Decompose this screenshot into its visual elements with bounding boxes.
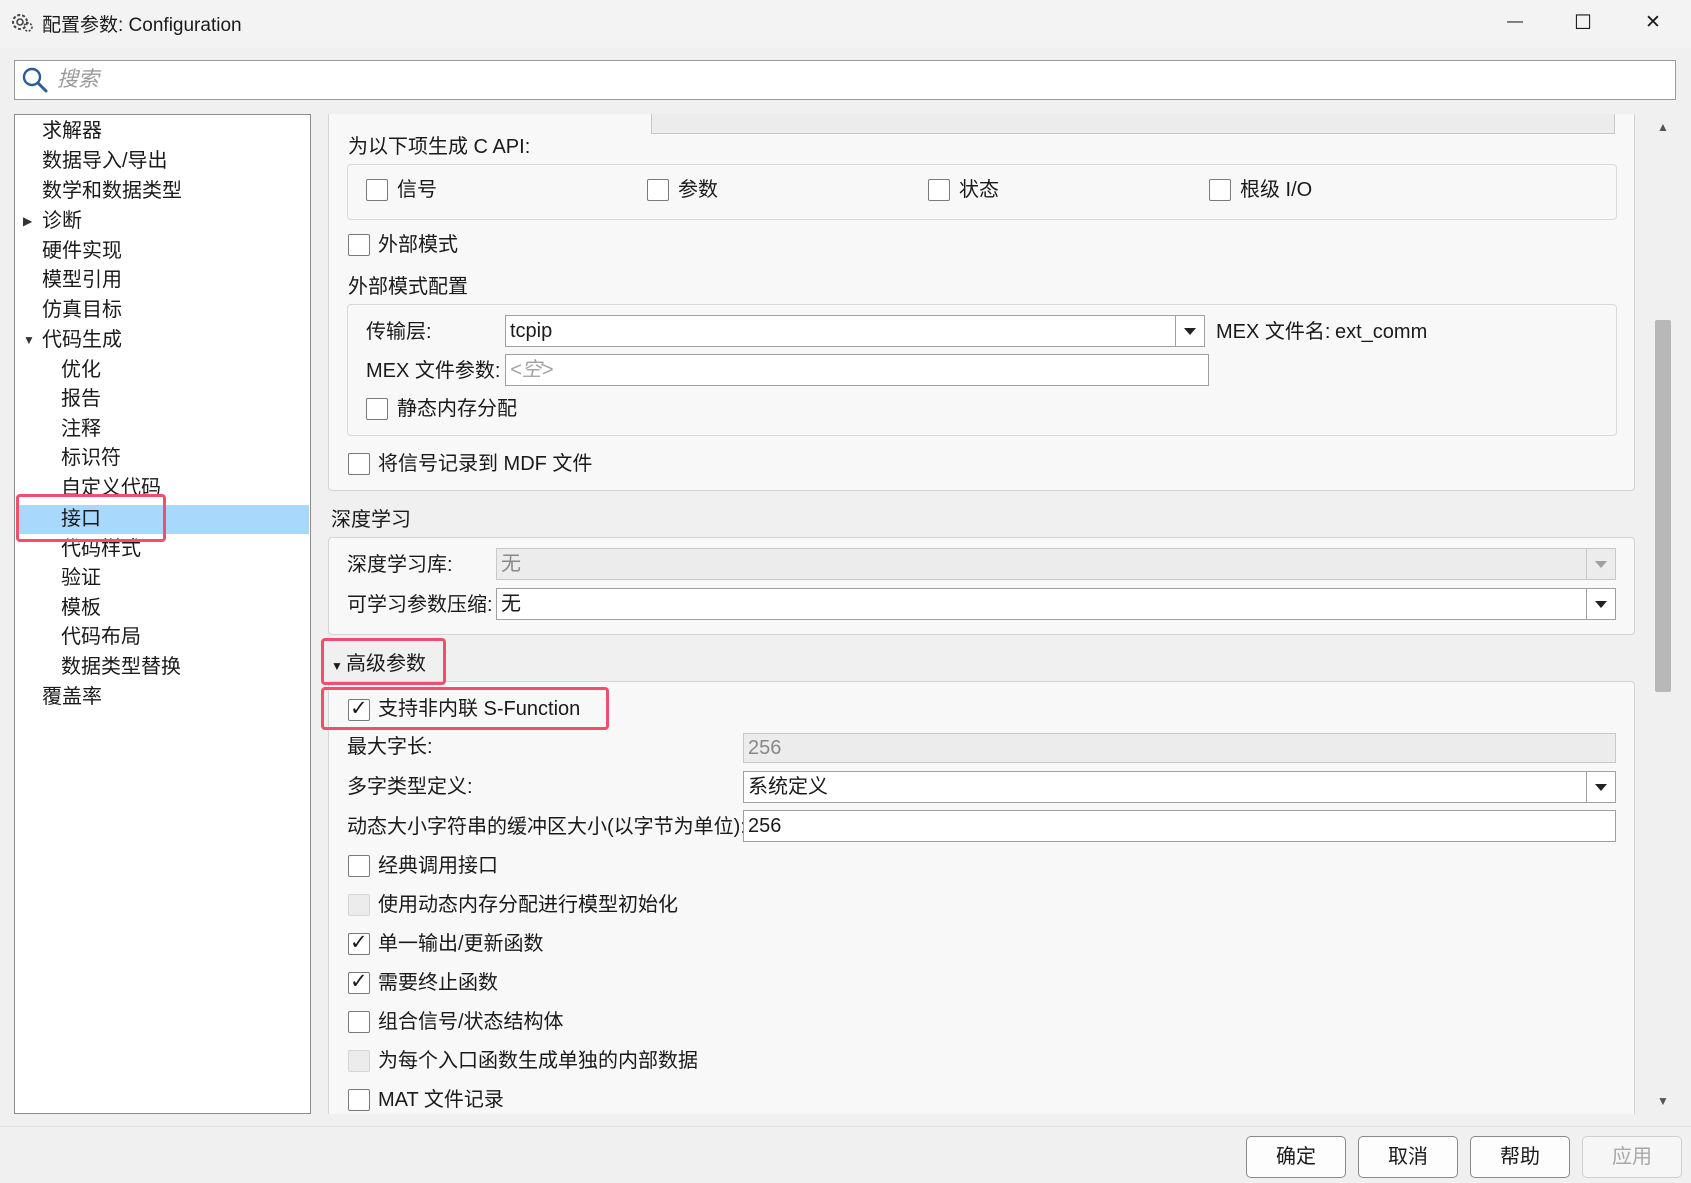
apply-button: 应用 bbox=[1582, 1136, 1682, 1178]
static-memory-label: 静态内存分配 bbox=[397, 398, 517, 420]
single-output-update-checkbox[interactable] bbox=[348, 930, 370, 955]
deep-learning-heading: 深度学习 bbox=[331, 509, 411, 531]
tree-item-optimization[interactable]: 优化 bbox=[61, 355, 101, 385]
ok-button[interactable]: 确定 bbox=[1246, 1136, 1346, 1178]
dynamic-mem-init-label: 使用动态内存分配进行模型初始化 bbox=[378, 894, 678, 916]
search-icon bbox=[22, 67, 48, 93]
param-compression-dropdown[interactable]: 无 bbox=[496, 588, 1616, 620]
tree-item-code-generation[interactable]: 代码生成 bbox=[42, 325, 122, 355]
multiword-typedef-value: 系统定义 bbox=[748, 776, 828, 798]
minimize-button[interactable]: — bbox=[1480, 0, 1550, 44]
dynamic-mem-init-checkbox bbox=[348, 894, 370, 916]
single-output-update-label: 单一输出/更新函数 bbox=[378, 933, 544, 955]
mex-args-label: MEX 文件参数: bbox=[366, 360, 501, 382]
separate-internal-data-label: 为每个入口函数生成单独的内部数据 bbox=[378, 1050, 698, 1072]
max-word-length-value: 256 bbox=[748, 737, 782, 759]
tree-item-data-import-export[interactable]: 数据导入/导出 bbox=[42, 146, 168, 176]
maximize-button[interactable]: ☐ bbox=[1548, 0, 1618, 44]
separate-internal-data-checkbox bbox=[348, 1050, 370, 1072]
max-word-length-label: 最大字长: bbox=[347, 736, 433, 758]
scroll-up-arrow-icon[interactable]: ▲ bbox=[1656, 120, 1670, 134]
c-api-signals-label: 信号 bbox=[397, 179, 437, 201]
tree-item-identifiers[interactable]: 标识符 bbox=[61, 443, 121, 473]
c-api-params-label: 参数 bbox=[678, 179, 718, 201]
annotation-highlight-interface bbox=[16, 494, 166, 542]
tree-item-report[interactable]: 报告 bbox=[61, 384, 101, 414]
mat-logging-checkbox[interactable] bbox=[348, 1089, 370, 1111]
tree-item-code-placement[interactable]: 代码布局 bbox=[61, 622, 141, 652]
c-api-root-io-checkbox[interactable] bbox=[1209, 179, 1231, 201]
annotation-highlight-sfunction bbox=[321, 687, 609, 730]
tree-item-math-data-types[interactable]: 数学和数据类型 bbox=[42, 176, 182, 206]
external-mode-checkbox[interactable] bbox=[348, 234, 370, 256]
classic-interface-label: 经典调用接口 bbox=[378, 855, 498, 877]
tree-item-data-type-replacement[interactable]: 数据类型替换 bbox=[61, 652, 181, 682]
transport-layer-value: tcpip bbox=[510, 320, 553, 342]
mat-logging-label: MAT 文件记录 bbox=[378, 1089, 504, 1111]
tree-item-diagnostics[interactable]: 诊断 bbox=[42, 206, 82, 236]
dl-library-value: 无 bbox=[501, 553, 521, 575]
combine-struct-checkbox[interactable] bbox=[348, 1011, 370, 1033]
tree-item-solver[interactable]: 求解器 bbox=[42, 116, 102, 146]
category-tree: 求解器 数据导入/导出 数学和数据类型 ▶ 诊断 硬件实现 模型引用 仿真目标 … bbox=[14, 114, 311, 1114]
multiword-typedef-dropdown[interactable]: 系统定义 bbox=[743, 771, 1616, 803]
terminate-function-checkbox[interactable] bbox=[348, 969, 370, 994]
max-word-length-input: 256 bbox=[743, 733, 1616, 763]
tree-item-verification[interactable]: 验证 bbox=[61, 563, 101, 593]
c-api-signals-checkbox[interactable] bbox=[366, 179, 388, 201]
c-api-root-io-label: 根级 I/O bbox=[1240, 179, 1313, 201]
cancel-button[interactable]: 取消 bbox=[1358, 1136, 1458, 1178]
tree-item-comments[interactable]: 注释 bbox=[61, 414, 101, 444]
settings-panel: 为以下项生成 C API: 信号 参数 状态 根级 I/O 外部模式 外部模式配… bbox=[328, 114, 1649, 1114]
mex-filename-label: MEX 文件名: bbox=[1216, 321, 1331, 343]
settings-gear-icon bbox=[12, 14, 33, 32]
transport-layer-label: 传输层: bbox=[366, 321, 432, 343]
expand-arrow-icon[interactable]: ▶ bbox=[23, 206, 35, 236]
dl-library-label: 深度学习库: bbox=[347, 554, 453, 576]
c-api-params-checkbox[interactable] bbox=[647, 179, 669, 201]
tree-item-hardware[interactable]: 硬件实现 bbox=[42, 236, 122, 266]
log-mdf-checkbox[interactable] bbox=[348, 453, 370, 475]
mex-args-placeholder: <空> bbox=[510, 359, 554, 381]
c-api-heading: 为以下项生成 C API: bbox=[348, 136, 531, 158]
string-buffer-size-value: 256 bbox=[748, 815, 782, 837]
tree-item-model-reference[interactable]: 模型引用 bbox=[42, 265, 122, 295]
title-bar: 配置参数: Configuration — ☐ ✕ bbox=[0, 0, 1691, 48]
c-api-states-checkbox[interactable] bbox=[928, 179, 950, 201]
combine-struct-label: 组合信号/状态结构体 bbox=[378, 1011, 564, 1033]
window-title: 配置参数: Configuration bbox=[42, 15, 242, 36]
partial-scrolled-field bbox=[651, 114, 1615, 134]
scroll-down-arrow-icon[interactable]: ▼ bbox=[1656, 1094, 1670, 1108]
classic-interface-checkbox[interactable] bbox=[348, 855, 370, 877]
dl-library-arrow-icon bbox=[1586, 548, 1616, 580]
help-button[interactable]: 帮助 bbox=[1470, 1136, 1570, 1178]
tree-item-templates[interactable]: 模板 bbox=[61, 593, 101, 623]
terminate-function-label: 需要终止函数 bbox=[378, 972, 498, 994]
param-compression-label: 可学习参数压缩: bbox=[347, 594, 493, 616]
annotation-highlight-advanced bbox=[321, 638, 446, 685]
dl-library-dropdown: 无 bbox=[496, 548, 1616, 580]
string-buffer-size-label: 动态大小字符串的缓冲区大小(以字节为单位): bbox=[347, 816, 746, 838]
search-input[interactable] bbox=[55, 61, 1655, 99]
multiword-typedef-arrow-icon[interactable] bbox=[1586, 771, 1616, 803]
collapse-arrow-icon[interactable]: ▼ bbox=[23, 325, 35, 355]
mex-filename-value: ext_comm bbox=[1335, 321, 1428, 343]
external-mode-label: 外部模式 bbox=[378, 234, 458, 256]
log-mdf-label: 将信号记录到 MDF 文件 bbox=[378, 453, 593, 475]
param-compression-value: 无 bbox=[501, 593, 521, 615]
c-api-states-label: 状态 bbox=[959, 179, 999, 201]
multiword-typedef-label: 多字类型定义: bbox=[347, 776, 473, 798]
param-compression-arrow-icon[interactable] bbox=[1586, 588, 1616, 620]
tree-item-sim-target[interactable]: 仿真目标 bbox=[42, 295, 122, 325]
mex-args-input[interactable]: <空> bbox=[505, 354, 1209, 386]
string-buffer-size-input[interactable]: 256 bbox=[743, 810, 1616, 842]
scrollbar-thumb[interactable] bbox=[1655, 320, 1671, 692]
close-button[interactable]: ✕ bbox=[1618, 0, 1688, 44]
tree-item-coverage[interactable]: 覆盖率 bbox=[42, 682, 102, 712]
search-bar bbox=[14, 60, 1676, 100]
external-mode-config-heading: 外部模式配置 bbox=[348, 276, 468, 298]
transport-dropdown-arrow-icon[interactable] bbox=[1175, 315, 1205, 347]
static-memory-checkbox[interactable] bbox=[366, 398, 388, 420]
transport-layer-dropdown[interactable]: tcpip bbox=[505, 315, 1205, 347]
